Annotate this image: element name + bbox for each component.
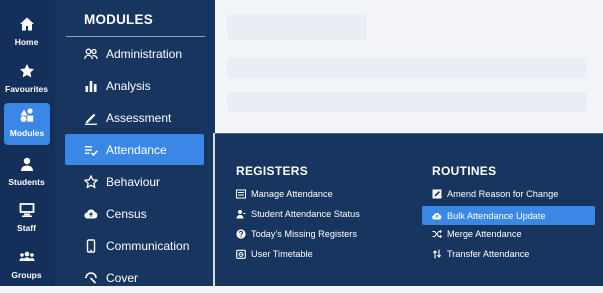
phone-icon	[86, 238, 96, 253]
main-content-area	[215, 0, 603, 133]
module-label-analysis: Analysis	[106, 78, 151, 93]
edit-icon	[432, 189, 442, 199]
groups-icon	[19, 251, 34, 261]
link-todays-missing-registers[interactable]: Today's Missing Registers	[236, 225, 357, 243]
routines-heading: ROUTINES	[432, 164, 497, 178]
star-icon	[19, 64, 34, 78]
user-status-icon	[236, 210, 246, 219]
cloud-icon	[84, 208, 98, 219]
rail-label-modules: Modules	[9, 128, 45, 138]
link-student-attendance-status[interactable]: Student Attendance Status	[236, 205, 360, 223]
rail-item-groups[interactable]: Groups	[2, 245, 51, 287]
rail-item-modules[interactable]: Modules	[4, 103, 50, 145]
link-amend-reason-for-change[interactable]: Amend Reason for Change	[432, 185, 558, 203]
left-rail: Home Favourites Modules Students Staff G…	[0, 0, 55, 286]
bar-chart-icon	[85, 80, 97, 92]
module-administration[interactable]: Administration	[65, 38, 204, 69]
rail-label-students: Students	[8, 177, 45, 187]
link-user-timetable[interactable]: User Timetable	[236, 245, 313, 263]
link-label: Student Attendance Status	[251, 209, 360, 219]
link-label: Amend Reason for Change	[447, 189, 559, 199]
placeholder-block	[227, 92, 587, 112]
timetable-icon	[236, 249, 246, 259]
rail-label-home: Home	[14, 37, 39, 47]
module-label-communication: Communication	[106, 238, 190, 253]
module-analysis[interactable]: Analysis	[65, 70, 204, 101]
rail-item-staff[interactable]: Staff	[2, 198, 51, 240]
rail-item-students[interactable]: Students	[2, 152, 51, 194]
person-icon	[20, 157, 33, 171]
home-icon	[19, 17, 34, 31]
module-communication[interactable]: Communication	[65, 230, 204, 261]
link-label: Bulk Attendance Update	[447, 210, 546, 221]
rail-label-groups: Groups	[11, 270, 42, 280]
link-label: Transfer Attendance	[447, 249, 530, 259]
question-icon	[236, 229, 246, 239]
checklist-icon	[85, 145, 98, 156]
transfer-icon	[432, 249, 442, 259]
link-label: User Timetable	[251, 249, 313, 259]
module-label-cover: Cover	[106, 270, 139, 285]
module-label-behaviour: Behaviour	[106, 174, 161, 189]
pencil-icon	[85, 113, 97, 125]
people-icon	[84, 48, 98, 59]
module-label-attendance: Attendance	[106, 142, 167, 157]
link-bulk-attendance-update[interactable]: Bulk Attendance Update	[422, 206, 595, 225]
rail-item-home[interactable]: Home	[2, 12, 51, 54]
link-label: Today's Missing Registers	[251, 229, 357, 239]
modules-divider	[66, 36, 205, 37]
link-merge-attendance[interactable]: Merge Attendance	[432, 225, 522, 243]
module-label-assessment: Assessment	[106, 110, 172, 125]
list-icon	[236, 189, 246, 199]
star-badge-icon	[84, 174, 98, 189]
module-label-administration: Administration	[106, 46, 183, 61]
registers-heading: REGISTERS	[236, 164, 309, 178]
link-label: Merge Attendance	[447, 229, 522, 239]
cover-icon	[85, 271, 97, 284]
link-label: Manage Attendance	[251, 189, 333, 199]
placeholder-block	[227, 58, 587, 78]
modules-icon	[20, 108, 34, 122]
placeholder-block	[227, 14, 367, 40]
link-manage-attendance[interactable]: Manage Attendance	[236, 185, 333, 203]
module-behaviour[interactable]: Behaviour	[65, 166, 204, 197]
module-label-census: Census	[106, 206, 147, 221]
module-census[interactable]: Census	[65, 198, 204, 229]
module-cover[interactable]: Cover	[65, 262, 204, 293]
module-assessment[interactable]: Assessment	[65, 102, 204, 133]
modules-menu: MODULES Administration Analysis Assessme…	[55, 0, 215, 286]
attendance-flyout-panel: REGISTERS Manage Attendance Student Atte…	[215, 133, 603, 286]
cloud-upload-icon	[432, 212, 442, 220]
rail-label-staff: Staff	[17, 223, 36, 233]
shuffle-icon	[432, 229, 442, 239]
staff-icon	[19, 203, 34, 217]
module-attendance[interactable]: Attendance	[65, 134, 204, 165]
rail-item-favourites[interactable]: Favourites	[2, 59, 51, 101]
rail-label-favourites: Favourites	[5, 84, 48, 94]
link-transfer-attendance[interactable]: Transfer Attendance	[432, 245, 529, 263]
modules-title: MODULES	[84, 12, 153, 27]
